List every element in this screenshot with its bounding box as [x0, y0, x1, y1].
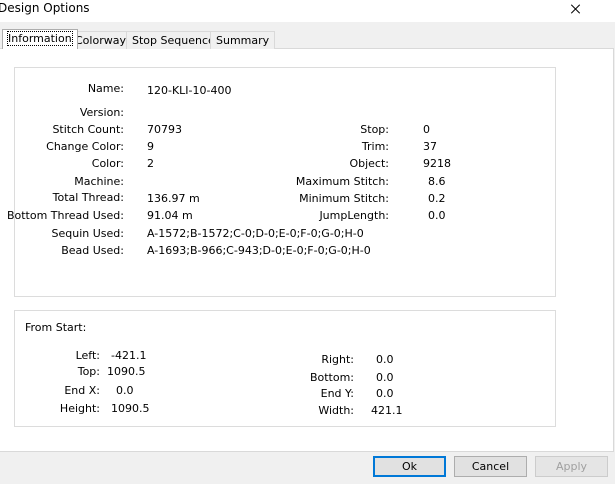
- sequin-used-label: Sequin Used:: [51, 227, 124, 240]
- apply-button[interactable]: Apply: [535, 456, 608, 477]
- bead-used-label: Bead Used:: [61, 244, 124, 257]
- title-bar: [0, 0, 615, 22]
- width-label: Width:: [318, 404, 354, 417]
- right-label: Right:: [321, 353, 354, 366]
- top-value: 1090.5: [107, 365, 146, 378]
- left-label: Left:: [75, 349, 100, 362]
- color-label: Color:: [91, 157, 124, 170]
- total-thread-label: Total Thread:: [52, 191, 124, 204]
- max-stitch-value: 8.6: [428, 175, 446, 188]
- bead-used-value: A-1693;B-966;C-943;D-0;E-0;F-0;G-0;H-0: [147, 244, 371, 257]
- change-color-value: 9: [147, 140, 154, 153]
- top-label: Top:: [77, 365, 100, 378]
- bottom-thread-value: 91.04 m: [147, 209, 193, 222]
- bottom-thread-label: Bottom Thread Used:: [6, 209, 124, 222]
- tab-colorway[interactable]: Colorway: [69, 31, 132, 49]
- tab-information[interactable]: Information: [2, 29, 78, 49]
- change-color-label: Change Color:: [46, 140, 124, 153]
- min-stitch-value: 0.2: [428, 192, 446, 205]
- total-thread-value: 136.97 m: [147, 192, 200, 205]
- ok-button[interactable]: Ok: [373, 456, 446, 477]
- cancel-button[interactable]: Cancel: [454, 456, 527, 477]
- tab-label: Stop Sequence: [132, 34, 215, 47]
- height-label: Height:: [59, 402, 100, 415]
- trim-value: 37: [423, 140, 437, 153]
- min-stitch-label: Minimum Stitch:: [299, 192, 389, 205]
- window-title: Design Options: [0, 1, 90, 15]
- jump-length-label: JumpLength:: [319, 209, 389, 222]
- end-x-label: End X:: [64, 384, 100, 397]
- jump-length-value: 0.0: [428, 209, 446, 222]
- color-value: 2: [147, 157, 154, 170]
- end-y-value: 0.0: [376, 387, 394, 400]
- tab-label: Summary: [216, 34, 270, 47]
- version-label: Version:: [79, 106, 124, 119]
- tab-stop-sequence[interactable]: Stop Sequence: [126, 31, 221, 49]
- width-value: 421.1: [371, 404, 403, 417]
- max-stitch-label: Maximum Stitch:: [295, 175, 389, 188]
- stop-label: Stop:: [360, 123, 389, 136]
- bottom-value: 0.0: [376, 371, 394, 384]
- end-y-label: End Y:: [320, 387, 354, 400]
- name-value: 120-KLI-10-400: [147, 84, 232, 97]
- tab-label: Information: [7, 31, 73, 46]
- right-value: 0.0: [376, 353, 394, 366]
- end-x-value: 0.0: [116, 384, 134, 397]
- from-start-title: From Start:: [25, 321, 87, 334]
- machine-label: Machine:: [74, 175, 124, 188]
- sequin-used-value: A-1572;B-1572;C-0;D-0;E-0;F-0;G-0;H-0: [147, 227, 364, 240]
- stop-value: 0: [423, 123, 430, 136]
- name-label: Name:: [87, 82, 124, 95]
- close-icon[interactable]: [567, 0, 585, 18]
- object-label: Object:: [349, 157, 389, 170]
- stitch-count-label: Stitch Count:: [52, 123, 124, 136]
- trim-label: Trim:: [361, 140, 389, 153]
- tab-label: Colorway: [75, 34, 126, 47]
- stitch-count-value: 70793: [147, 123, 182, 136]
- left-value: -421.1: [111, 349, 147, 362]
- height-value: 1090.5: [111, 402, 150, 415]
- tab-summary[interactable]: Summary: [210, 31, 276, 49]
- bottom-label: Bottom:: [309, 371, 354, 384]
- object-value: 9218: [423, 157, 451, 170]
